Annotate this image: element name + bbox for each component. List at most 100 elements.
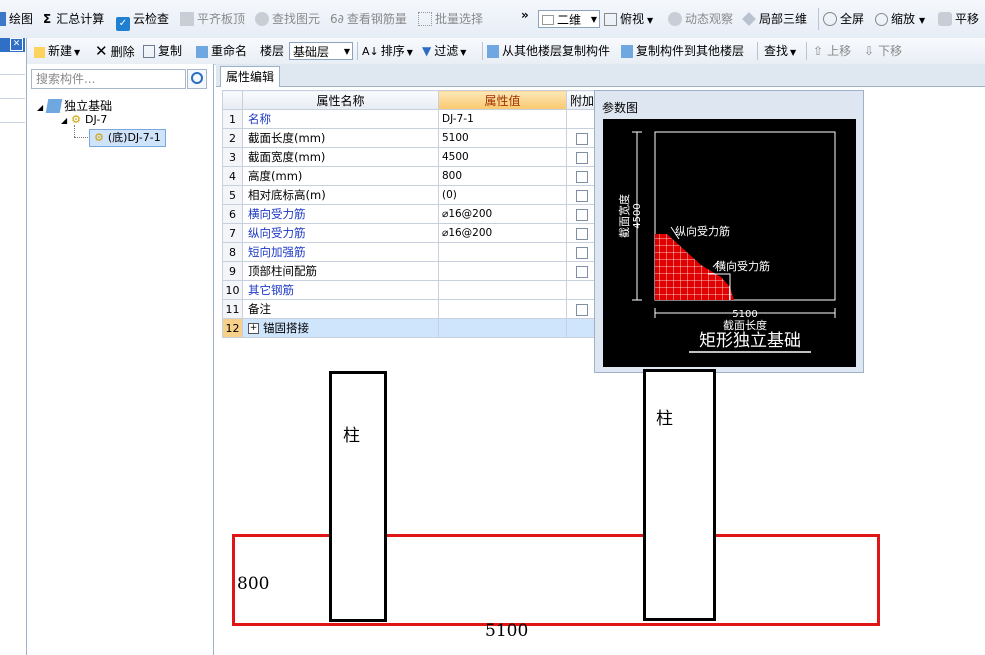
table-header: 属性名称 属性值 附加: [222, 90, 598, 110]
property-value[interactable]: [438, 280, 567, 300]
divider: [0, 98, 25, 99]
find-element-button[interactable]: 查找图元: [255, 0, 320, 38]
table-row[interactable]: 11 备注: [222, 299, 598, 319]
property-name-text: 纵向受力筋: [248, 226, 306, 240]
cloud-check-button[interactable]: ✓ 云检查: [116, 0, 169, 38]
table-row[interactable]: 9 顶部柱间配筋: [222, 261, 598, 281]
chevron-down-icon: ▼: [343, 47, 350, 56]
table-row[interactable]: 10 其它钢筋: [222, 280, 598, 300]
tree-node-root[interactable]: ◢ 独立基础: [37, 97, 112, 114]
height-dimension-label: 800: [237, 574, 270, 594]
fullscreen-icon: [823, 12, 837, 26]
tab-property-edit[interactable]: 属性编辑: [220, 66, 281, 87]
summary-button[interactable]: Σ 汇总计算: [43, 0, 104, 38]
search-input[interactable]: 搜索构件...: [31, 69, 186, 89]
property-extra: [566, 128, 598, 148]
table-row[interactable]: 7 纵向受力筋 ⌀16@200: [222, 223, 598, 243]
extra-checkbox[interactable]: [576, 265, 588, 278]
property-value[interactable]: [438, 299, 567, 319]
filter-button[interactable]: ▼ 过滤 ▼: [422, 38, 466, 64]
property-name: + 锚固搭接: [242, 318, 439, 338]
floor-select[interactable]: 基础层 ▼: [289, 42, 353, 60]
sort-button[interactable]: A↓ 排序 ▼: [362, 38, 413, 64]
move-down-button[interactable]: ⇩ 下移: [864, 38, 902, 64]
local-3d-button[interactable]: 局部三维: [742, 0, 807, 38]
row-index: 12: [222, 318, 243, 338]
property-name-text: 其它钢筋: [248, 283, 294, 297]
arrow-up-icon: ⇧: [813, 44, 824, 58]
copy-from-other-floor-button[interactable]: 从其他楼层复制构件: [487, 38, 610, 64]
row-index: 7: [222, 223, 243, 243]
rebar-icon: 6∂: [330, 12, 344, 26]
expand-icon[interactable]: +: [248, 323, 259, 334]
floor-copy-icon: [621, 45, 633, 58]
sort-icon: A↓: [362, 45, 379, 58]
new-button[interactable]: 新建 ▼: [34, 38, 80, 64]
chevron-down-icon: ▼: [460, 48, 467, 57]
table-row[interactable]: 6 横向受力筋 ⌀16@200: [222, 204, 598, 224]
copy-button[interactable]: 复制: [143, 38, 182, 64]
fullscreen-button[interactable]: 全屏: [823, 0, 864, 38]
find-button[interactable]: 查找 ▼: [764, 38, 796, 64]
tree-node-dj7[interactable]: ◢ ⚙ DJ-7: [61, 113, 107, 126]
zoom-button[interactable]: 缩放 ▼: [875, 0, 925, 38]
table-row[interactable]: 5 相对底标高(m) (0): [222, 185, 598, 205]
property-value[interactable]: 4500: [438, 147, 567, 167]
property-name-text: 短向加强筋: [248, 245, 306, 259]
property-value[interactable]: [438, 318, 567, 338]
table-row[interactable]: 3 截面宽度(mm) 4500: [222, 147, 598, 167]
extra-checkbox[interactable]: [576, 246, 588, 259]
table-row[interactable]: 2 截面长度(mm) 5100: [222, 128, 598, 148]
pan-button[interactable]: 平移: [938, 0, 979, 38]
close-icon[interactable]: ✕: [10, 38, 23, 51]
delete-button[interactable]: ✕ 删除: [95, 38, 135, 64]
view-rebar-button[interactable]: 6∂ 查看钢筋量: [330, 0, 407, 38]
property-name: 其它钢筋: [242, 280, 439, 300]
property-value[interactable]: [438, 242, 567, 262]
property-extra: [566, 280, 598, 300]
view-mode-select[interactable]: 二维 ▼: [538, 10, 600, 28]
dynamic-view-button[interactable]: 动态观察: [668, 0, 733, 38]
property-value[interactable]: [438, 261, 567, 281]
property-value[interactable]: ⌀16@200: [438, 223, 567, 243]
property-value[interactable]: 800: [438, 166, 567, 186]
rename-button[interactable]: 重命名: [196, 38, 247, 64]
toolbar-divider: [806, 42, 807, 60]
tree-line: [74, 125, 76, 137]
property-value[interactable]: ⌀16@200: [438, 204, 567, 224]
extra-checkbox[interactable]: [576, 208, 588, 221]
property-extra: [566, 166, 598, 186]
table-row[interactable]: 1 名称 DJ-7-1: [222, 109, 598, 129]
property-value[interactable]: (0): [438, 185, 567, 205]
table-row[interactable]: 12 + 锚固搭接: [222, 318, 598, 338]
copy-to-other-floor-button[interactable]: 复制构件到其他楼层: [621, 38, 744, 64]
extra-checkbox[interactable]: [576, 227, 588, 240]
component-tree-panel: 搜索构件... ◢ 独立基础 ◢ ⚙ DJ-7 ⚙ (底)DJ-7-1: [27, 64, 214, 655]
extra-checkbox[interactable]: [576, 151, 588, 164]
property-name-text: 截面长度(mm): [248, 131, 326, 145]
more-button[interactable]: »: [521, 0, 529, 34]
move-up-button[interactable]: ⇧ 上移: [813, 38, 851, 64]
grid-select-icon: [418, 12, 432, 26]
property-value[interactable]: DJ-7-1: [438, 109, 567, 129]
length-dimension-label: 5100: [485, 621, 529, 641]
search-button[interactable]: [187, 69, 207, 89]
gear-icon: ⚙: [94, 131, 104, 144]
column-label-left: 柱: [343, 426, 360, 446]
property-value[interactable]: 5100: [438, 128, 567, 148]
extra-checkbox[interactable]: [576, 189, 588, 202]
extra-checkbox[interactable]: [576, 170, 588, 183]
row-index: 1: [222, 109, 243, 129]
table-row[interactable]: 8 短向加强筋: [222, 242, 598, 262]
view-mode-icon: [542, 15, 554, 25]
batch-select-button[interactable]: 批量选择: [418, 0, 483, 38]
divider: [0, 122, 25, 123]
top-view-button[interactable]: 俯视 ▼: [604, 0, 653, 38]
draw-button[interactable]: 绘图: [0, 0, 33, 38]
tree-node-dj7-1[interactable]: ⚙ (底)DJ-7-1: [89, 129, 166, 147]
table-row[interactable]: 4 高度(mm) 800: [222, 166, 598, 186]
extra-checkbox[interactable]: [576, 132, 588, 145]
binoculars-icon: [255, 12, 269, 26]
align-top-button[interactable]: 平齐板顶: [180, 0, 245, 38]
extra-checkbox[interactable]: [576, 303, 588, 316]
